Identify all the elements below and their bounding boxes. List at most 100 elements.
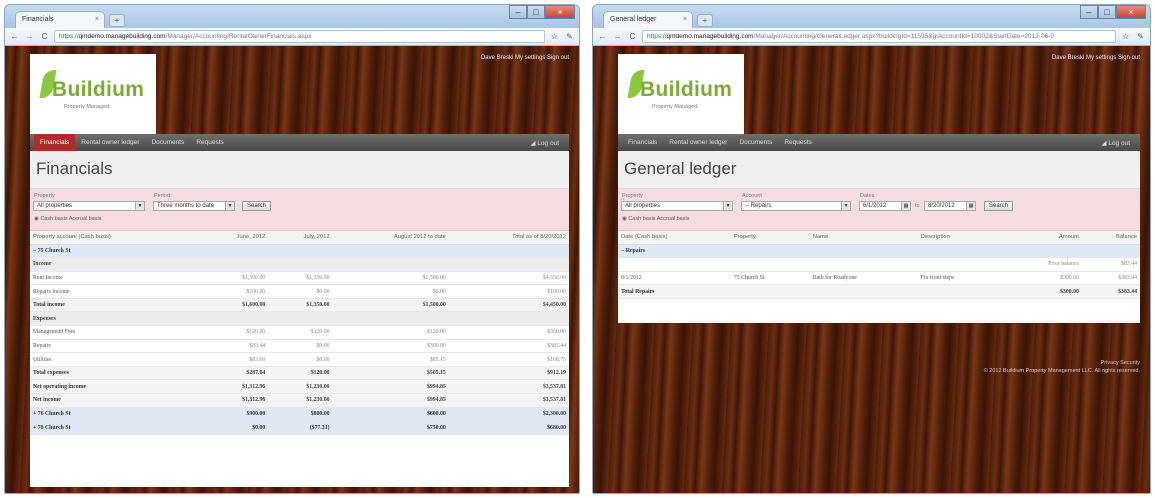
browser-tab[interactable]: Financials × bbox=[15, 11, 105, 28]
buildium-logo[interactable]: Buildium Property Managed. bbox=[618, 54, 744, 137]
total-row: Net income $1,312.96 $1,230.00 $994.85 $3,53… bbox=[30, 393, 569, 408]
nav-financials[interactable]: Financials bbox=[622, 139, 663, 146]
search-button[interactable]: Search bbox=[242, 201, 272, 211]
back-icon[interactable]: ← bbox=[9, 32, 20, 41]
reload-icon[interactable]: C bbox=[627, 32, 638, 41]
group-row[interactable]: + 78 Church St $0.00 ($77.31) $750.00 $680.0… bbox=[30, 420, 569, 435]
table-cell: $100.00 bbox=[448, 284, 569, 299]
forward-icon[interactable]: → bbox=[24, 32, 35, 41]
logo-name: Buildium bbox=[52, 78, 145, 101]
nav-requests[interactable]: Requests bbox=[778, 139, 817, 146]
logout-link[interactable]: ◢ Log out bbox=[1096, 139, 1137, 147]
dates-label: Dates bbox=[860, 193, 875, 199]
total-row: Total expenses $287.04 $120.00 $505.15 $912.… bbox=[30, 366, 569, 381]
column-header: Amount bbox=[1002, 231, 1082, 245]
column-header: Balance bbox=[1081, 231, 1140, 245]
group-row[interactable]: + 76 Church St $900.00 $800.00 $600.00 $2,30… bbox=[30, 407, 569, 422]
table-cell: $383.44 bbox=[1081, 284, 1140, 299]
table-cell: $383.44 bbox=[448, 339, 569, 354]
back-icon[interactable]: ← bbox=[597, 32, 608, 41]
table-cell bbox=[332, 257, 449, 272]
close-tab-icon[interactable]: × bbox=[683, 16, 687, 23]
table-cell: $300.00 bbox=[1002, 284, 1082, 299]
reload-icon[interactable]: C bbox=[39, 32, 50, 41]
filter-bar: Property All properties ▼ Period Three mo… bbox=[30, 189, 569, 231]
property-select[interactable]: All properties ▼ bbox=[621, 201, 733, 211]
wrench-icon[interactable]: ✎ bbox=[564, 32, 575, 41]
main-nav: Financials Rental owner ledger Documents… bbox=[618, 134, 1140, 151]
logo-tagline: Property Managed. bbox=[652, 104, 699, 110]
end-date-input[interactable]: 8/20/2012 ▦ bbox=[924, 201, 976, 211]
table-cell: $3,537.81 bbox=[448, 379, 569, 395]
chevron-down-icon: ▼ bbox=[723, 202, 732, 210]
table-cell: $1,350.00 bbox=[268, 271, 333, 286]
account-select[interactable]: -- Repairs ▼ bbox=[741, 201, 851, 211]
calendar-icon[interactable]: ▦ bbox=[901, 202, 910, 210]
table-row: Repairs $83.44 $0.00 $300.00 $383.44 bbox=[30, 339, 569, 354]
content-panel: Financials Property All properties ▼ Peri… bbox=[30, 151, 569, 487]
star-icon[interactable]: ☆ bbox=[549, 32, 560, 41]
table-cell: $1,230.00 bbox=[268, 379, 333, 395]
property-value: All properties bbox=[625, 203, 661, 209]
calendar-icon[interactable]: ▦ bbox=[966, 202, 975, 210]
table-cell: $383.44 bbox=[1081, 271, 1140, 286]
table-cell: $168.75 bbox=[448, 352, 569, 367]
table-cell bbox=[448, 311, 569, 327]
table-cell: $120.00 bbox=[268, 325, 333, 340]
nav-financials[interactable]: Financials bbox=[34, 134, 76, 151]
nav-requests[interactable]: Requests bbox=[190, 139, 229, 146]
table-cell: $4,450.00 bbox=[448, 298, 569, 313]
table-cell bbox=[917, 284, 1003, 299]
table-cell: $3,537.81 bbox=[448, 393, 569, 408]
table-cell: Total Repairs bbox=[618, 284, 731, 299]
nav-rental-owner-ledger[interactable]: Rental owner ledger bbox=[75, 139, 145, 146]
table-cell: $300.00 bbox=[1002, 271, 1082, 286]
table-cell: − Repairs bbox=[618, 244, 731, 259]
search-button[interactable]: Search bbox=[984, 201, 1014, 211]
table-cell: $83.60 bbox=[198, 352, 269, 367]
table-cell: $287.04 bbox=[198, 366, 269, 381]
footer-copyright: © 2012 Buildium Property Management LLC.… bbox=[983, 368, 1140, 374]
logo-name: Buildium bbox=[640, 78, 733, 101]
close-window-icon[interactable]: × bbox=[545, 5, 575, 19]
close-tab-icon[interactable]: × bbox=[95, 16, 99, 23]
table-cell: $83.44 bbox=[198, 339, 269, 354]
wrench-icon[interactable]: ✎ bbox=[1135, 32, 1146, 41]
url-field[interactable]: https://qmdemo.managebuilding.com/Manage… bbox=[642, 30, 1116, 43]
table-cell: $1,312.96 bbox=[198, 393, 269, 408]
user-links[interactable]: Dave Breski My settings Sign out bbox=[481, 55, 569, 61]
forward-icon[interactable]: → bbox=[612, 32, 623, 41]
period-select[interactable]: Three months to date ▼ bbox=[153, 201, 235, 211]
minimize-icon[interactable]: – bbox=[1080, 5, 1098, 19]
table-body: − Repairs Prior balance $83.44 8/1/2012 75 C… bbox=[618, 244, 1140, 299]
logout-link[interactable]: ◢ Log out bbox=[525, 139, 566, 147]
maximize-icon[interactable]: □ bbox=[1098, 5, 1116, 19]
footer-links[interactable]: Privacy Security bbox=[984, 359, 1140, 367]
nav-rental-owner-ledger[interactable]: Rental owner ledger bbox=[663, 139, 733, 146]
nav-documents[interactable]: Documents bbox=[145, 139, 190, 146]
new-tab-icon[interactable]: + bbox=[697, 14, 713, 27]
total-row: Total income $1,600.00 $1,350.00 $1,500.00 $… bbox=[30, 298, 569, 313]
logout-label: Log out bbox=[537, 139, 559, 147]
new-tab-icon[interactable]: + bbox=[109, 14, 125, 27]
basis-radios[interactable]: ◉ Cash basis Accrual basis bbox=[34, 216, 101, 222]
maximize-icon[interactable]: □ bbox=[527, 5, 545, 19]
tab-strip: General ledger × + – □ × bbox=[593, 5, 1150, 28]
star-icon[interactable]: ☆ bbox=[1120, 32, 1131, 41]
group-row[interactable]: − 75 Church St bbox=[30, 244, 569, 259]
property-select[interactable]: All properties ▼ bbox=[33, 201, 145, 211]
url-field[interactable]: https://qmdemo.managebuilding.com/Manage… bbox=[54, 30, 545, 43]
table-cell: $600.00 bbox=[332, 407, 449, 422]
user-links[interactable]: Dave Breski My settings Sign out bbox=[1052, 55, 1140, 61]
ledger-table: Date (Cash basis) Property Name Description… bbox=[618, 231, 1140, 299]
buildium-logo[interactable]: Buildium Property Managed. bbox=[30, 54, 156, 137]
start-date-input[interactable]: 6/1/2012 ▦ bbox=[859, 201, 911, 211]
table-cell: $505.15 bbox=[332, 366, 449, 381]
url-scheme: https:// bbox=[59, 33, 79, 40]
minimize-icon[interactable]: – bbox=[509, 5, 527, 19]
group-row[interactable]: − Repairs bbox=[618, 244, 1140, 259]
basis-radios[interactable]: ◉ Cash basis Accrual basis bbox=[622, 216, 689, 222]
browser-tab[interactable]: General ledger × bbox=[603, 11, 693, 28]
nav-documents[interactable]: Documents bbox=[733, 139, 778, 146]
close-window-icon[interactable]: × bbox=[1116, 5, 1146, 19]
